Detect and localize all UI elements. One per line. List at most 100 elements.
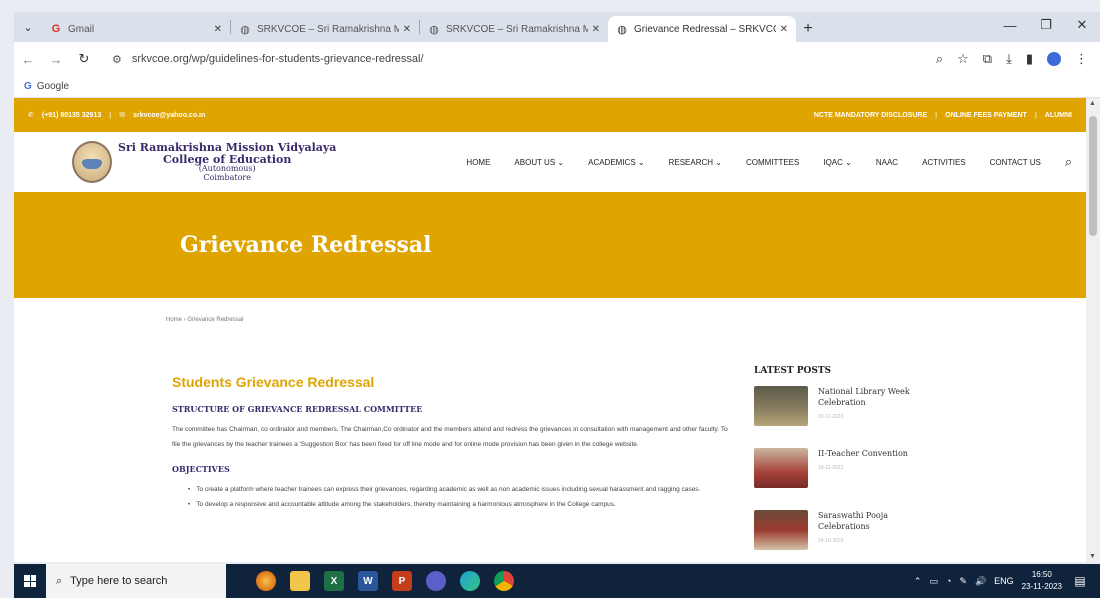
site-header: Sri Ramakrishna Mission Vidyalaya Colleg… [14,132,1086,192]
post-title[interactable]: Saraswathi Pooja Celebrations [818,510,934,532]
menu-icon[interactable]: ⋮ [1075,51,1088,67]
minimize-icon[interactable]: — [992,12,1028,38]
battery-icon[interactable]: ▭ [929,576,938,587]
extensions-icon[interactable]: ⧉ [983,51,992,67]
list-item: To develop a responsive and accountable … [188,497,732,512]
post-thumbnail[interactable] [754,448,808,488]
clock[interactable]: 16:50 23-11-2023 [1022,569,1062,593]
main-navigation: HOME ABOUT US ⌄ ACADEMICS ⌄ RESEARCH ⌄ C… [466,154,1072,170]
globe-icon: ◍ [617,23,627,36]
windows-icon [24,575,36,587]
volume-icon[interactable]: 🔊 [975,576,986,587]
topbar-email[interactable]: srkvcoe@yahoo.co.in [133,112,205,119]
page-banner: Grievance Redressal [14,192,1086,298]
taskbar-search[interactable]: ⌕ Type here to search [46,564,226,598]
breadcrumb: Home › Grievance Redressal [166,317,244,323]
google-icon: G [24,81,32,92]
tab-gmail[interactable]: G Gmail ✕ [42,16,230,42]
sidebar-title: LATEST POSTS [754,366,832,376]
bookmarks-bar: G Google [14,76,1100,98]
page-scrollbar[interactable]: ▲ ▼ [1086,98,1100,562]
structure-paragraph: The committee has Chairman, co ordinator… [172,426,728,448]
tab-srkvcoe-2[interactable]: ◍ SRKVCOE – Sri Ramakrishna M ✕ [420,16,608,42]
nav-activities[interactable]: ACTIVITIES [922,158,966,167]
scrollbar-thumb[interactable] [1089,116,1097,236]
scroll-down-icon[interactable]: ▼ [1089,553,1096,560]
tab-srkvcoe-1[interactable]: ◍ SRKVCOE – Sri Ramakrishna Mi ✕ [231,16,419,42]
word-icon[interactable]: W [358,571,378,591]
powerpoint-icon[interactable]: P [392,571,412,591]
forward-icon[interactable]: → [42,52,70,67]
site-topbar: ✆ (+91) 80135 32913 | ✉ srkvcoe@yahoo.co… [14,98,1086,132]
zoom-icon[interactable]: ⌕ [936,51,943,67]
link-alumni[interactable]: ALUMNI [1045,112,1072,119]
post-thumbnail[interactable] [754,510,808,550]
notification-icon[interactable]: ▤ [1070,571,1090,591]
link-ncte-disclosure[interactable]: NCTE MANDATORY DISCLOSURE [814,112,927,119]
windows-taskbar: ⌕ Type here to search X W P ⌃ ▭ ◔ ✎ 🔊 EN… [14,564,1100,598]
network-icon[interactable]: ◔ [946,576,951,586]
globe-icon: ◍ [240,23,250,36]
post-title[interactable]: II-Teacher Convention [818,448,908,459]
phone-icon: ✆ [28,112,34,119]
start-button[interactable] [14,564,46,598]
pen-icon[interactable]: ✎ [959,576,967,587]
post-thumbnail[interactable] [754,386,808,426]
close-tab-icon[interactable]: ✕ [780,24,788,35]
nav-home[interactable]: HOME [466,158,490,167]
nav-contact-us[interactable]: CONTACT US [990,158,1041,167]
download-icon[interactable]: ⤓ [1006,51,1012,67]
tab-search-icon[interactable]: ⌄ [14,12,42,42]
nav-naac[interactable]: NAAC [876,158,898,167]
post-item[interactable]: II-Teacher Convention 18-11-2023 [754,448,934,494]
nav-academics[interactable]: ACADEMICS ⌄ [588,158,645,167]
app-icon[interactable] [426,571,446,591]
nav-iqac[interactable]: IQAC ⌄ [823,158,851,167]
close-tab-icon[interactable]: ✕ [214,24,222,35]
address-bar[interactable]: ⚙ srkvcoe.org/wp/guidelines-for-students… [104,46,924,72]
close-tab-icon[interactable]: ✕ [403,24,411,35]
back-icon[interactable]: ← [14,52,42,67]
restore-icon[interactable]: ❐ [1028,12,1064,38]
nav-research[interactable]: RESEARCH ⌄ [669,158,722,167]
close-tab-icon[interactable]: ✕ [592,24,600,35]
nav-committees[interactable]: COMMITTEES [746,158,799,167]
chrome-icon[interactable] [494,571,514,591]
objectives-list: To create a platform where teacher train… [172,482,732,512]
structure-heading: STRUCTURE OF GRIEVANCE REDRESSAL COMMITT… [172,404,423,414]
main-content: Students Grievance Redressal STRUCTURE O… [172,374,732,512]
post-item[interactable]: National Library Week Celebration 20-11-… [754,386,934,432]
content-heading: Students Grievance Redressal [172,374,375,390]
new-tab-button[interactable]: + [796,16,820,42]
language-indicator[interactable]: ENG [994,576,1014,586]
browser-tab-strip: ⌄ G Gmail ✕ ◍ SRKVCOE – Sri Ramakrishna … [14,12,1100,42]
site-info-icon[interactable]: ⚙ [112,53,122,66]
edge-icon[interactable] [460,571,480,591]
page-title: Grievance Redressal [180,232,432,258]
scroll-up-icon[interactable]: ▲ [1089,100,1096,107]
mail-icon: ✉ [119,112,126,119]
bookmark-google[interactable]: Google [37,81,69,92]
close-window-icon[interactable]: ✕ [1064,12,1100,38]
breadcrumb-home[interactable]: Home [166,317,182,323]
post-date: 20-11-2023 [818,414,844,420]
cortana-art-icon[interactable] [256,571,276,591]
search-icon: ⌕ [56,574,63,587]
tab-grievance-redressal[interactable]: ◍ Grievance Redressal – SRKVCOE ✕ [608,16,796,42]
nav-about-us[interactable]: ABOUT US ⌄ [514,158,564,167]
chevron-up-icon[interactable]: ⌃ [914,576,922,587]
side-panel-icon[interactable]: ▮ [1026,51,1033,67]
post-title[interactable]: National Library Week Celebration [818,386,934,408]
post-item[interactable]: Saraswathi Pooja Celebrations 24-10-2023 [754,510,934,556]
reload-icon[interactable]: ↻ [70,51,98,67]
excel-icon[interactable]: X [324,571,344,591]
profile-avatar[interactable] [1047,52,1061,66]
topbar-phone[interactable]: (+91) 80135 32913 [42,112,101,119]
search-icon[interactable]: ⌕ [1065,154,1072,170]
post-date: 18-11-2023 [818,465,844,471]
file-explorer-icon[interactable] [290,571,310,591]
link-online-fees[interactable]: ONLINE FEES PAYMENT [945,112,1027,119]
bookmark-star-icon[interactable]: ☆ [957,51,969,67]
post-date: 24-10-2023 [818,538,844,544]
college-logo[interactable] [72,141,112,183]
